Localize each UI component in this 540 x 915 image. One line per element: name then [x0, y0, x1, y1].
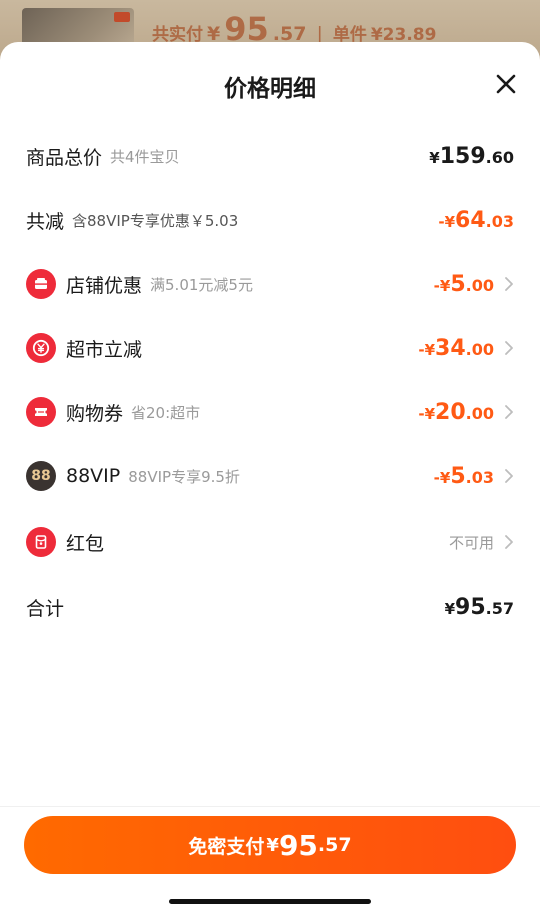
- close-button[interactable]: [494, 72, 518, 96]
- chevron-right-icon: [505, 341, 513, 355]
- shop-icon: [26, 269, 56, 299]
- row-shopping-coupon[interactable]: 购物券 省20:超市 -¥ 20 .00: [26, 392, 514, 432]
- amount-int: 5: [450, 463, 466, 489]
- amount-int: 95: [455, 594, 486, 620]
- yen-coin-icon: [26, 333, 56, 363]
- total-reduce-amount: -¥ 64 .03: [438, 208, 514, 233]
- vip-amount: -¥ 5 .03: [434, 464, 494, 489]
- supermarket-discount-amount: -¥ 34 .00: [418, 336, 494, 361]
- row-red-packet[interactable]: 红包 不可用: [26, 522, 514, 562]
- amount-yen: -¥: [418, 340, 436, 359]
- goods-total-amount: ¥ 159 .60: [429, 144, 514, 169]
- amount-yen: -¥: [438, 212, 456, 231]
- row-total-reduce: 共减 含88VIP专享优惠￥5.03 -¥ 64 .03: [26, 200, 514, 240]
- shop-discount-label: 店铺优惠: [66, 274, 143, 297]
- sum-total-amount: ¥ 95 .57: [445, 595, 514, 620]
- amount-int: 34: [435, 335, 466, 361]
- row-shop-discount[interactable]: 店铺优惠 满5.01元减5元 -¥ 5 .00: [26, 264, 514, 304]
- red-packet-icon: [26, 527, 56, 557]
- total-reduce-note: 含88VIP专享优惠￥5.03: [72, 211, 239, 230]
- vip-icon-text: 88: [31, 468, 51, 484]
- chevron-right-icon: [505, 277, 513, 291]
- close-icon: [496, 74, 516, 94]
- amount-dec: .60: [485, 147, 514, 167]
- amount-yen: -¥: [433, 468, 451, 487]
- shop-discount-rule: 满5.01元减5元: [150, 275, 253, 294]
- pay-button-dec: .57: [317, 834, 352, 856]
- amount-yen: -¥: [433, 276, 451, 295]
- amount-dec: .03: [485, 211, 514, 231]
- password-free-pay-button[interactable]: 免密支付 ¥ 95 .57: [24, 816, 516, 874]
- amount-dec: .00: [465, 275, 494, 295]
- vip-note: 88VIP专享9.5折: [128, 467, 240, 486]
- thumbnail-badge: [114, 12, 130, 22]
- sheet-header: 价格明细: [0, 42, 540, 130]
- amount-dec: .00: [465, 339, 494, 359]
- footer-divider: [0, 806, 540, 807]
- supermarket-discount-label: 超市立减: [66, 338, 143, 361]
- sheet-title: 价格明细: [224, 76, 316, 102]
- chevron-right-icon: [505, 469, 513, 483]
- row-sum-total: 合计 ¥ 95 .57: [26, 587, 514, 627]
- vip-88-icon: 88: [26, 461, 56, 491]
- amount-yen: -¥: [418, 404, 436, 423]
- red-packet-status: 不可用: [448, 533, 494, 552]
- total-reduce-label: 共减: [26, 210, 65, 233]
- red-packet-label: 红包: [66, 532, 105, 555]
- amount-int: 20: [435, 399, 466, 425]
- chevron-right-icon: [505, 535, 513, 549]
- home-indicator: [169, 899, 371, 904]
- goods-total-count: 共4件宝贝: [110, 147, 180, 166]
- coupon-note: 省20:超市: [131, 403, 201, 422]
- coupon-amount: -¥ 20 .00: [418, 400, 494, 425]
- pay-button-int: 95: [278, 828, 318, 862]
- amount-int: 5: [450, 271, 466, 297]
- amount-int: 159: [439, 143, 486, 169]
- ticket-icon: [26, 397, 56, 427]
- pay-button-label: 免密支付: [188, 835, 265, 858]
- amount-yen: ¥: [429, 148, 440, 167]
- sum-total-label: 合计: [26, 597, 65, 620]
- row-88vip[interactable]: 88 88VIP 88VIP专享9.5折 -¥ 5 .03: [26, 456, 514, 496]
- shop-discount-amount: -¥ 5 .00: [434, 272, 494, 297]
- goods-total-label: 商品总价: [26, 146, 103, 169]
- price-detail-sheet: 价格明细 商品总价 共4件宝贝 ¥ 159 .60 共减 含88VIP专享优惠￥…: [0, 42, 540, 915]
- amount-int: 64: [455, 207, 486, 233]
- vip-label: 88VIP: [66, 465, 121, 487]
- amount-dec: .57: [485, 598, 514, 618]
- row-goods-total: 商品总价 共4件宝贝 ¥ 159 .60: [26, 136, 514, 176]
- amount-yen: ¥: [444, 599, 456, 618]
- row-supermarket-discount[interactable]: 超市立减 -¥ 34 .00: [26, 328, 514, 368]
- pay-button-yen: ¥: [266, 834, 279, 856]
- chevron-right-icon: [505, 405, 513, 419]
- coupon-label: 购物券: [66, 402, 124, 425]
- amount-dec: .03: [465, 467, 494, 487]
- amount-dec: .00: [465, 403, 494, 423]
